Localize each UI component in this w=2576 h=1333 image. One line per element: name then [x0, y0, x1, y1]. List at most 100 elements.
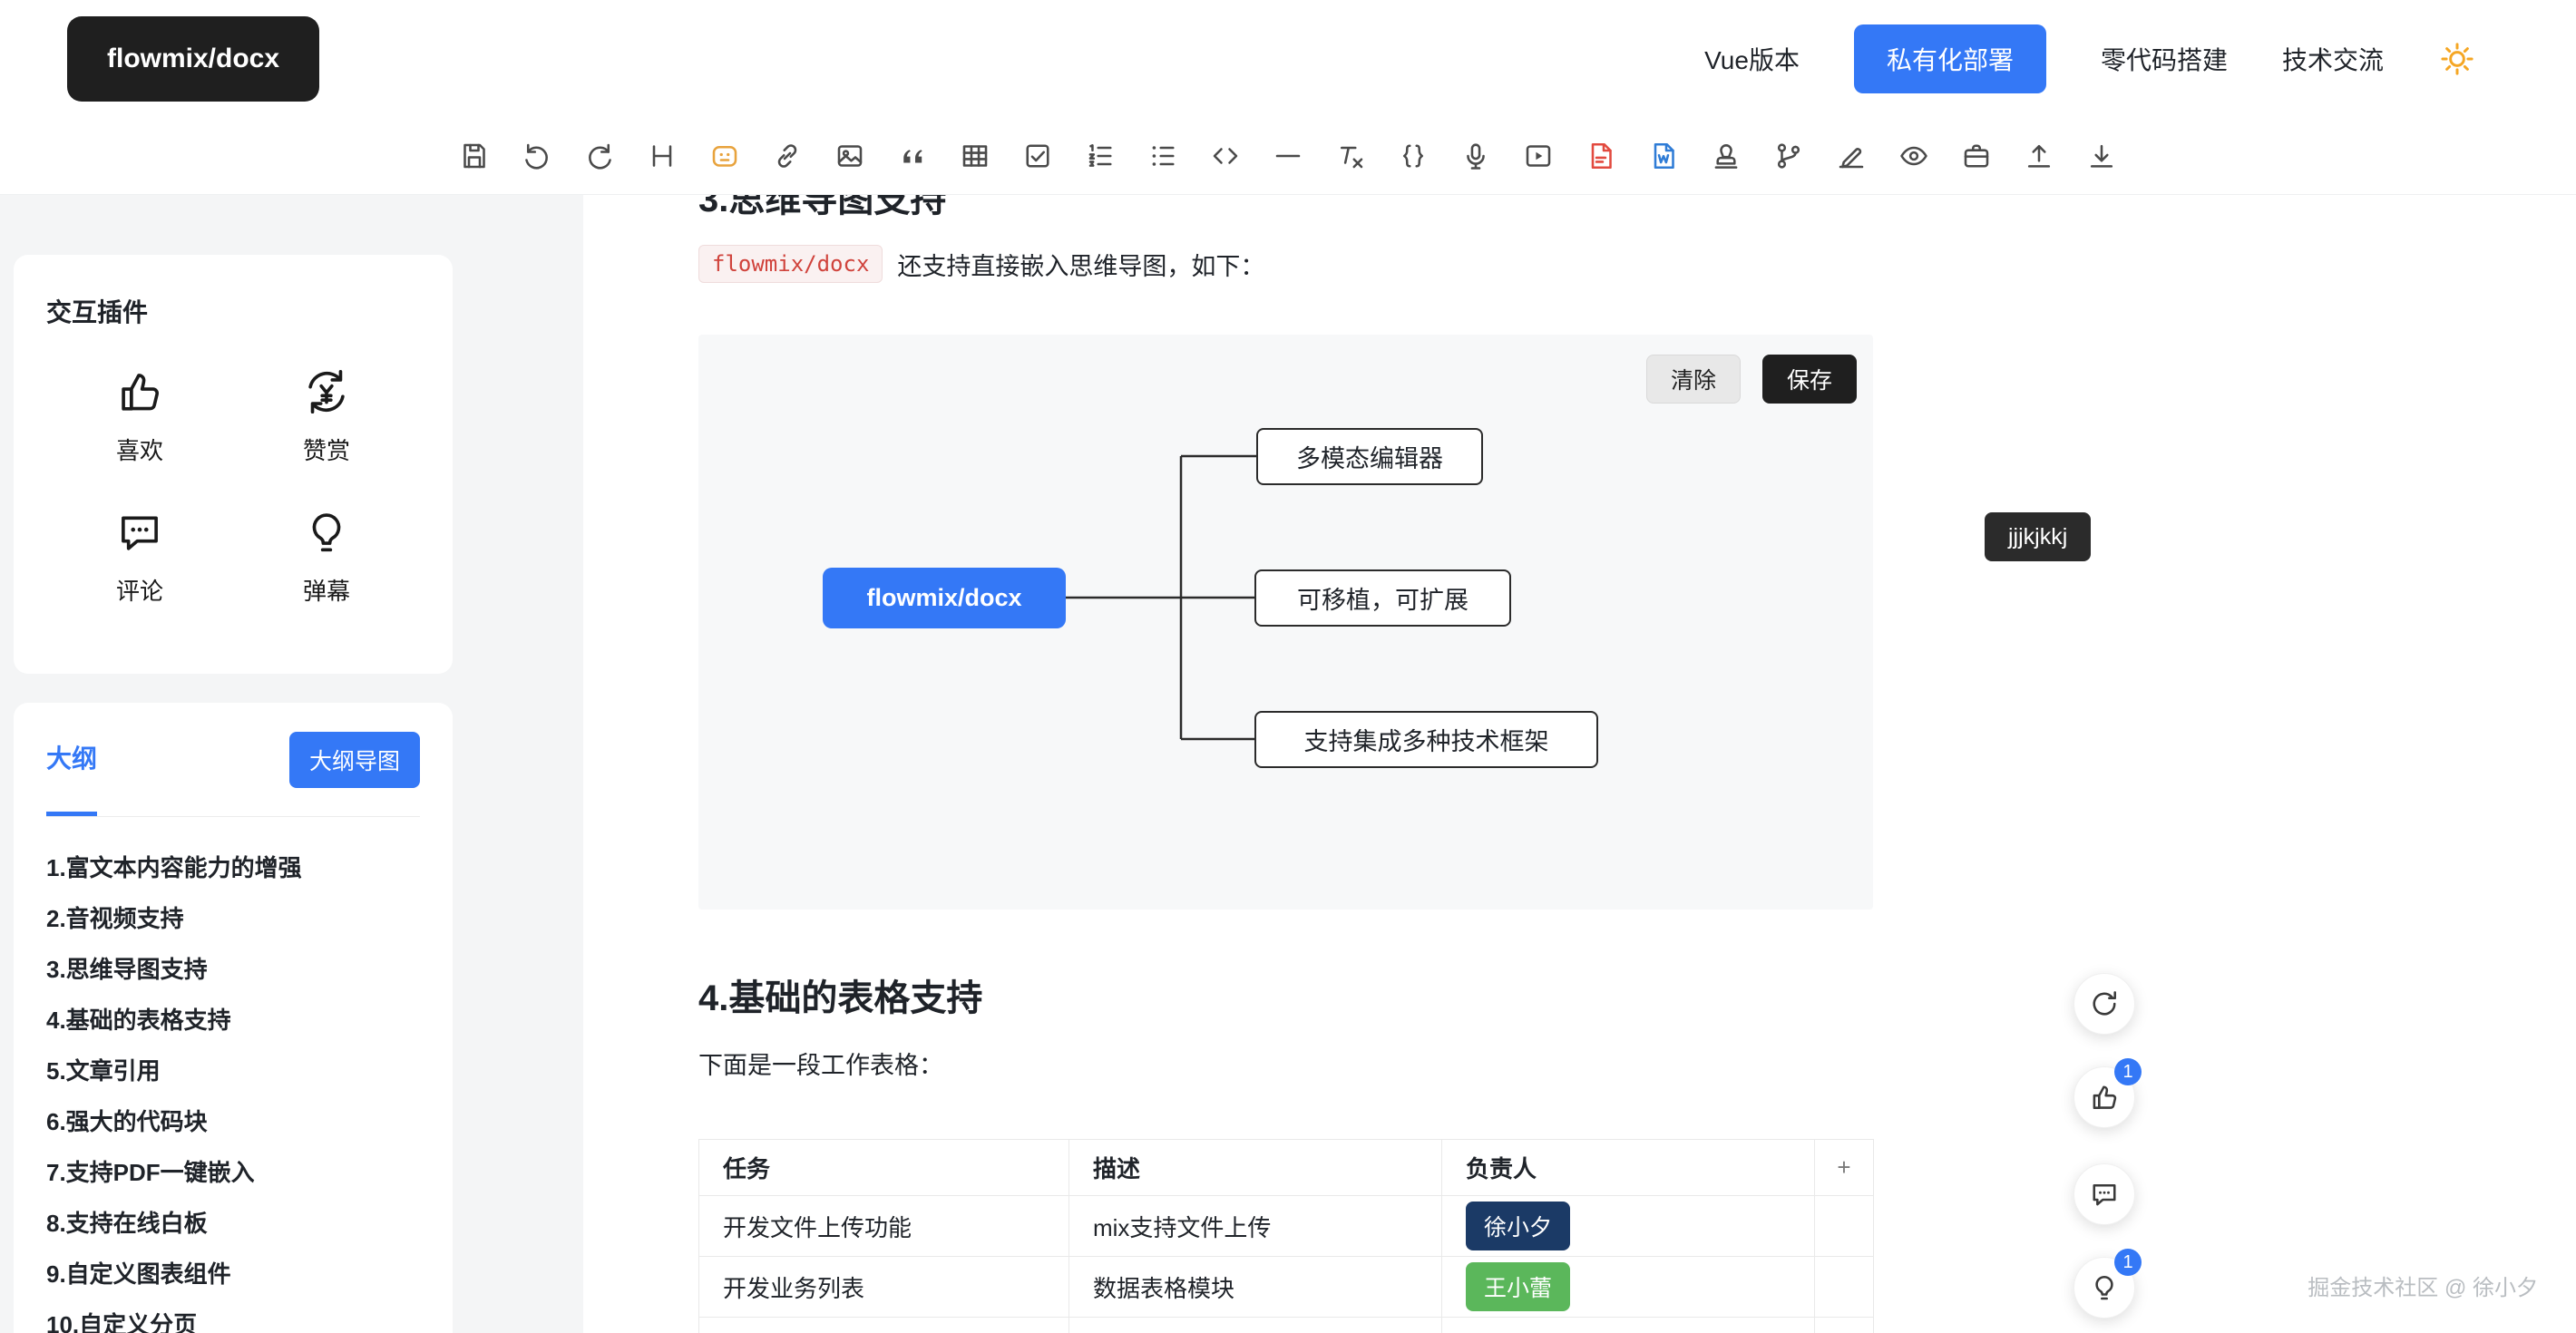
- top-header: flowmix/docx Vue版本 私有化部署 零代码搭建 技术交流: [0, 0, 2576, 117]
- link-icon[interactable]: [769, 132, 805, 180]
- bullet-screen-icon: [300, 506, 353, 559]
- mindmap-child-node[interactable]: 可移植，可扩展: [1254, 569, 1511, 627]
- outline-list: 1.富文本内容能力的增强 2.音视频支持 3.思维导图支持 4.基础的表格支持 …: [46, 817, 420, 1333]
- emoji-icon[interactable]: [707, 132, 743, 180]
- outline-map-button[interactable]: 大纲导图: [289, 732, 420, 788]
- nav-vue-version[interactable]: Vue版本: [1704, 41, 1800, 77]
- nav-no-code[interactable]: 零代码搭建: [2101, 41, 2228, 77]
- unordered-list-icon[interactable]: [1145, 132, 1181, 180]
- mindmap-child-node[interactable]: 支持集成多种技术框架: [1254, 711, 1598, 768]
- comment-icon: [2088, 1178, 2121, 1211]
- cell-task[interactable]: 开发业务列表: [699, 1257, 1069, 1318]
- mindmap-clear-button[interactable]: 清除: [1646, 355, 1741, 404]
- cell-desc[interactable]: mix支持文件上传: [1069, 1196, 1442, 1257]
- outline-item-9[interactable]: 9.自定义图表组件: [46, 1249, 420, 1299]
- outline-item-2[interactable]: 2.音视频支持: [46, 893, 420, 944]
- outline-item-1[interactable]: 1.富文本内容能力的增强: [46, 842, 420, 893]
- cell-owner[interactable]: 徐小夕: [1442, 1196, 1815, 1257]
- floating-tooltip: jjjkjkkj: [1985, 512, 2091, 561]
- save-icon[interactable]: [456, 132, 493, 180]
- like-button[interactable]: 1: [2073, 1066, 2135, 1128]
- tab-outline[interactable]: 大纲: [46, 703, 97, 816]
- document-content: 3.思维导图支持 flowmix/docx 还支持直接嵌入思维导图，如下： 清除…: [698, 194, 1873, 1333]
- nav-tech-exchange[interactable]: 技术交流: [2282, 41, 2384, 77]
- cell-desc[interactable]: 数据表格模块: [1069, 1257, 1442, 1318]
- cell-empty: [1815, 1318, 1874, 1333]
- history-button[interactable]: [2073, 973, 2135, 1035]
- outline-item-8[interactable]: 8.支持在线白板: [46, 1198, 420, 1249]
- mindmap-actions: 清除 保存: [1646, 355, 1857, 404]
- reward-icon: [300, 365, 353, 418]
- plugin-like[interactable]: 喜欢: [113, 365, 166, 466]
- pdf-icon[interactable]: [1583, 132, 1619, 180]
- word-icon[interactable]: [1645, 132, 1682, 180]
- outline-item-7[interactable]: 7.支持PDF一键嵌入: [46, 1147, 420, 1198]
- section-heading-mindmap: 3.思维导图支持: [698, 194, 1873, 221]
- voice-icon[interactable]: [1458, 132, 1494, 180]
- editor-main: 3.思维导图支持 flowmix/docx 还支持直接嵌入思维导图，如下： 清除…: [583, 194, 2576, 1333]
- mindmap-intro-text: 还支持直接嵌入思维导图，如下：: [897, 247, 1264, 282]
- table-row: 开发文件上传功能 mix支持文件上传 徐小夕: [699, 1196, 1874, 1257]
- clear-format-icon[interactable]: [1332, 132, 1369, 180]
- plugin-reward[interactable]: 赞赏: [300, 365, 353, 466]
- outline-item-5[interactable]: 5.文章引用: [46, 1046, 420, 1096]
- idea-button[interactable]: 1: [2073, 1257, 2135, 1318]
- thumbs-up-icon: [113, 365, 166, 418]
- outline-header: 大纲 大纲导图: [46, 703, 420, 817]
- outline-item-3[interactable]: 3.思维导图支持: [46, 944, 420, 995]
- mindmap-child-node[interactable]: 多模态编辑器: [1256, 428, 1483, 485]
- owner-badge: 王小蕾: [1466, 1262, 1570, 1311]
- plugin-label: 弹幕: [303, 573, 350, 607]
- work-table: 任务 描述 负责人 + 开发文件上传功能 mix支持文件上传 徐小夕 开发业务列…: [698, 1139, 1874, 1333]
- cell-task[interactable]: [699, 1318, 1069, 1333]
- comment-button[interactable]: [2073, 1163, 2135, 1225]
- cell-owner[interactable]: [1442, 1318, 1815, 1333]
- branch-icon[interactable]: [1771, 132, 1807, 180]
- code-block-icon[interactable]: [1395, 132, 1431, 180]
- outline-item-10[interactable]: 10.自定义分页: [46, 1299, 420, 1333]
- cell-owner[interactable]: 王小蕾: [1442, 1257, 1815, 1318]
- plugin-label: 评论: [116, 573, 163, 607]
- lightbulb-icon: [2088, 1271, 2121, 1304]
- outline-card: 大纲 大纲导图 1.富文本内容能力的增强 2.音视频支持 3.思维导图支持 4.…: [14, 703, 453, 1333]
- plugins-card: 交互插件 喜欢 赞赏 评论 弹幕: [14, 255, 453, 674]
- briefcase-icon[interactable]: [1958, 132, 1995, 180]
- owner-badge: 徐小夕: [1466, 1202, 1570, 1250]
- preview-icon[interactable]: [1896, 132, 1932, 180]
- checkbox-icon[interactable]: [1020, 132, 1056, 180]
- plugin-comment[interactable]: 评论: [113, 506, 166, 607]
- ordered-list-icon[interactable]: [1082, 132, 1118, 180]
- left-sidebar: 交互插件 喜欢 赞赏 评论 弹幕: [0, 194, 583, 1333]
- plugin-label: 赞赏: [303, 433, 350, 466]
- inline-code-icon[interactable]: [1207, 132, 1244, 180]
- plugin-label: 喜欢: [116, 433, 163, 466]
- cell-desc[interactable]: [1069, 1318, 1442, 1333]
- quote-icon[interactable]: [894, 132, 931, 180]
- undo-icon[interactable]: [519, 132, 555, 180]
- mindmap-save-button[interactable]: 保存: [1762, 355, 1857, 404]
- heading-icon[interactable]: [644, 132, 680, 180]
- plugins-card-title: 交互插件: [46, 293, 420, 329]
- video-icon[interactable]: [1520, 132, 1556, 180]
- nav-private-deploy-button[interactable]: 私有化部署: [1854, 24, 2046, 93]
- plugin-bullet-screen[interactable]: 弹幕: [300, 506, 353, 607]
- mindmap-panel: 清除 保存 flowmix/docx 多模态编辑器 可移植，可扩展 支持集成多种…: [698, 335, 1873, 910]
- image-icon[interactable]: [832, 132, 868, 180]
- upload-icon[interactable]: [2021, 132, 2057, 180]
- col-header-owner: 负责人: [1442, 1140, 1815, 1196]
- redo-icon[interactable]: [581, 132, 618, 180]
- like-count-badge: 1: [2114, 1058, 2142, 1085]
- table-row: 开发业务列表 数据表格模块 王小蕾: [699, 1257, 1874, 1318]
- app-window: flowmix/docx Vue版本 私有化部署 零代码搭建 技术交流 交互插件…: [0, 0, 2576, 1333]
- stamp-icon[interactable]: [1708, 132, 1744, 180]
- outline-item-4[interactable]: 4.基础的表格支持: [46, 995, 420, 1046]
- outline-item-6[interactable]: 6.强大的代码块: [46, 1096, 420, 1147]
- cell-task[interactable]: 开发文件上传功能: [699, 1196, 1069, 1257]
- mindmap-root-node[interactable]: flowmix/docx: [823, 568, 1066, 628]
- download-icon[interactable]: [2083, 132, 2120, 180]
- add-column-button[interactable]: +: [1815, 1140, 1874, 1196]
- theme-toggle-button[interactable]: [2438, 40, 2476, 78]
- divider-icon[interactable]: [1270, 132, 1306, 180]
- table-icon[interactable]: [957, 132, 993, 180]
- signature-icon[interactable]: [1833, 132, 1869, 180]
